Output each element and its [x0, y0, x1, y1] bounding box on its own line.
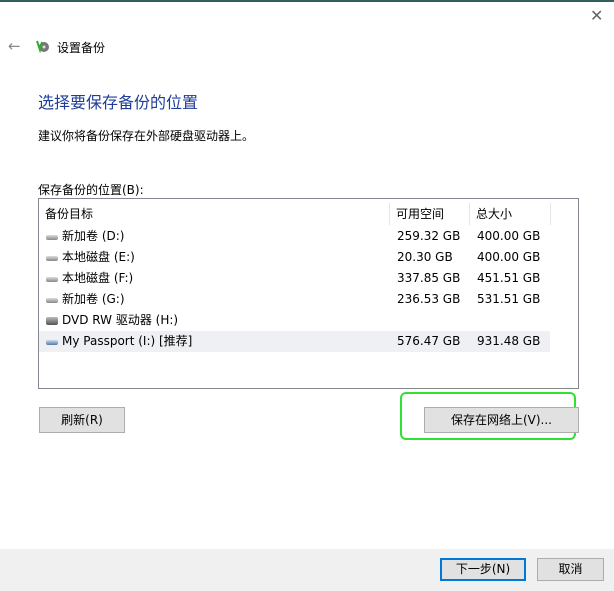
free-space: 20.30 GB	[397, 250, 453, 264]
cancel-button[interactable]: 取消	[537, 558, 604, 581]
list-row[interactable]: 本地磁盘 (F:) 337.85 GB 451.51 GB	[39, 268, 550, 289]
total-size: 931.48 GB	[477, 334, 541, 348]
column-header-total[interactable]: 总大小	[470, 203, 551, 225]
backup-destination-list[interactable]: 备份目标 可用空间 总大小 新加卷 (D:) 259.32 GB 400.00 …	[38, 198, 579, 389]
drive-name: 新加卷 (D:)	[62, 229, 125, 243]
drive-name: 新加卷 (G:)	[62, 292, 125, 306]
list-row[interactable]: DVD RW 驱动器 (H:)	[39, 310, 550, 331]
description: 建议你将备份保存在外部硬盘驱动器上。	[38, 129, 255, 143]
hdd-drive-icon	[46, 256, 58, 261]
total-size: 400.00 GB	[477, 250, 541, 264]
free-space: 337.85 GB	[397, 271, 461, 285]
page-heading: 选择要保存备份的位置	[38, 93, 199, 112]
window-top-border	[0, 0, 614, 2]
total-size: 451.51 GB	[477, 271, 541, 285]
column-header-target[interactable]: 备份目标	[39, 203, 390, 225]
window-title: 设置备份	[57, 41, 106, 55]
drive-name: My Passport (I:) [推荐]	[62, 334, 193, 348]
list-label: 保存备份的位置(B):	[38, 183, 144, 197]
list-row[interactable]: 本地磁盘 (E:) 20.30 GB 400.00 GB	[39, 247, 550, 268]
drive-name: 本地磁盘 (E:)	[62, 250, 135, 264]
total-size: 400.00 GB	[477, 229, 541, 243]
hdd-drive-icon	[46, 277, 58, 282]
list-row[interactable]: 新加卷 (D:) 259.32 GB 400.00 GB	[39, 226, 550, 247]
list-row[interactable]: 新加卷 (G:) 236.53 GB 531.51 GB	[39, 289, 550, 310]
next-button[interactable]: 下一步(N)	[440, 558, 526, 581]
usb-drive-icon	[46, 340, 58, 345]
free-space: 236.53 GB	[397, 292, 461, 306]
dvd-drive-icon	[46, 317, 58, 325]
backup-app-icon	[36, 40, 49, 53]
close-icon[interactable]: ✕	[590, 6, 603, 25]
save-on-network-button[interactable]: 保存在网络上(V)...	[424, 407, 579, 433]
drive-name: DVD RW 驱动器 (H:)	[62, 313, 179, 327]
free-space: 259.32 GB	[397, 229, 461, 243]
list-row[interactable]: My Passport (I:) [推荐] 576.47 GB 931.48 G…	[39, 331, 550, 352]
total-size: 531.51 GB	[477, 292, 541, 306]
hdd-drive-icon	[46, 298, 58, 303]
column-header-free[interactable]: 可用空间	[390, 203, 470, 225]
back-arrow-icon[interactable]: ←	[8, 37, 21, 55]
hdd-drive-icon	[46, 235, 58, 240]
drive-name: 本地磁盘 (F:)	[62, 271, 134, 285]
refresh-button[interactable]: 刷新(R)	[39, 407, 125, 433]
free-space: 576.47 GB	[397, 334, 461, 348]
